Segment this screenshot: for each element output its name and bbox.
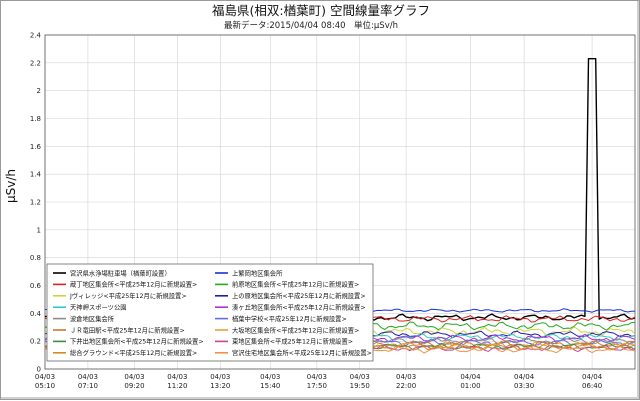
- legend-label: 湊ヶ丘地区集会所<平成25年12月に新規設置>: [232, 303, 366, 312]
- legend-box: [46, 263, 374, 362]
- x-tick-date: 04/03: [35, 373, 55, 381]
- legend-label: 大坂地区集会所<平成25年12月に新規設置>: [232, 325, 359, 334]
- y-tick-label: 0.8: [30, 254, 41, 262]
- x-tick-date: 04/03: [124, 373, 144, 381]
- legend-label: 下井出地区集会所<平成25年12月に新規設置>: [70, 337, 204, 346]
- x-tick-time: 19:50: [350, 382, 370, 390]
- chart-title: 福島県(相双:楢葉町) 空間線量率グラフ: [212, 3, 430, 18]
- x-tick-time: 11:20: [167, 382, 187, 390]
- chart-frame: 福島県(相双:楢葉町) 空間線量率グラフ 最新データ:2015/04/04 08…: [0, 0, 640, 400]
- x-tick-date: 04/04: [514, 373, 535, 381]
- y-tick-label: 1.2: [30, 199, 41, 207]
- x-tick-date: 04/03: [260, 373, 280, 381]
- x-tick-time: 13:20: [210, 382, 230, 390]
- y-tick-label: 0.4: [30, 310, 42, 318]
- x-tick-time: 09:20: [124, 382, 144, 390]
- y-tick-label: 2: [37, 87, 41, 95]
- legend-label: Jヴィレッジ<平成25年12月に新規設置>: [69, 291, 187, 300]
- x-tick-time: 07:10: [78, 382, 98, 390]
- x-tick-time: 01:00: [460, 382, 480, 390]
- x-tick-date: 04/03: [210, 373, 230, 381]
- y-tick-label: 1.6: [30, 143, 42, 151]
- radiation-line-chart: 福島県(相双:楢葉町) 空間線量率グラフ 最新データ:2015/04/04 08…: [4, 3, 636, 390]
- chart-subtitle: 最新データ:2015/04/04 08:40 単位:μSv/h: [224, 20, 398, 31]
- legend-label: 天神岬スポーツ公園: [70, 303, 127, 312]
- legend: 宮沢県水浄場駐車場（楢葉町設置） 上繁岡地区集会所蔵丁地区集会所<平成25年12月…: [46, 263, 374, 362]
- legend-label: ＪＲ竜田駅<平成25年12月に新規設置>: [70, 325, 185, 334]
- y-tick-label: 2.4: [30, 32, 42, 40]
- x-tick-date: 04/03: [350, 373, 370, 381]
- legend-label: 東地区集会所<平成25年12月に新規設置>: [232, 337, 353, 346]
- legend-label: 上繁岡地区集会所: [232, 268, 283, 277]
- legend-label: 波倉地区集会所: [70, 314, 115, 323]
- x-tick-date: 04/03: [78, 373, 98, 381]
- y-tick-label: 1.8: [30, 115, 41, 123]
- x-tick-time: 05:10: [35, 382, 55, 390]
- x-tick-time: 22:00: [396, 382, 416, 390]
- legend-label: 蔵丁地区集会所<平成25年12月に新規設置>: [70, 280, 197, 289]
- y-tick-label: 1: [37, 226, 41, 234]
- legend-label: 楢葉中学校<平成25年12月に新規設置>: [232, 314, 347, 323]
- x-tick-time: 06:40: [582, 382, 602, 390]
- x-tick-time: 03:30: [514, 382, 534, 390]
- legend-label: 宮沢住宅地区集会所<平成25年12月に新規設置>: [232, 348, 372, 357]
- x-tick-date: 04/04: [582, 373, 603, 381]
- legend-label: 総合グラウンド<平成25年12月に新規設置>: [70, 348, 197, 357]
- x-tick-date: 04/03: [307, 373, 327, 381]
- y-tick-label: 1.4: [30, 171, 42, 179]
- x-tick-date: 04/03: [167, 373, 187, 381]
- y-tick-label: 2.2: [30, 59, 41, 67]
- x-tick-date: 04/03: [396, 373, 416, 381]
- legend-label: 上の原地区集会所<平成25年12月に新規設置>: [232, 291, 366, 300]
- y-tick-label: 0.6: [30, 282, 42, 290]
- y-axis-label: μSv/h: [4, 169, 18, 203]
- x-tick-time: 17:50: [307, 382, 327, 390]
- x-tick-date: 04/04: [460, 373, 481, 381]
- x-tick-time: 15:40: [260, 382, 280, 390]
- legend-label: 前原地区集会所<平成25年12月に新規設置>: [232, 280, 359, 289]
- y-tick-label: 0.2: [30, 338, 41, 346]
- legend-label: 宮沢県水浄場駐車場（楢葉町設置）: [70, 268, 171, 277]
